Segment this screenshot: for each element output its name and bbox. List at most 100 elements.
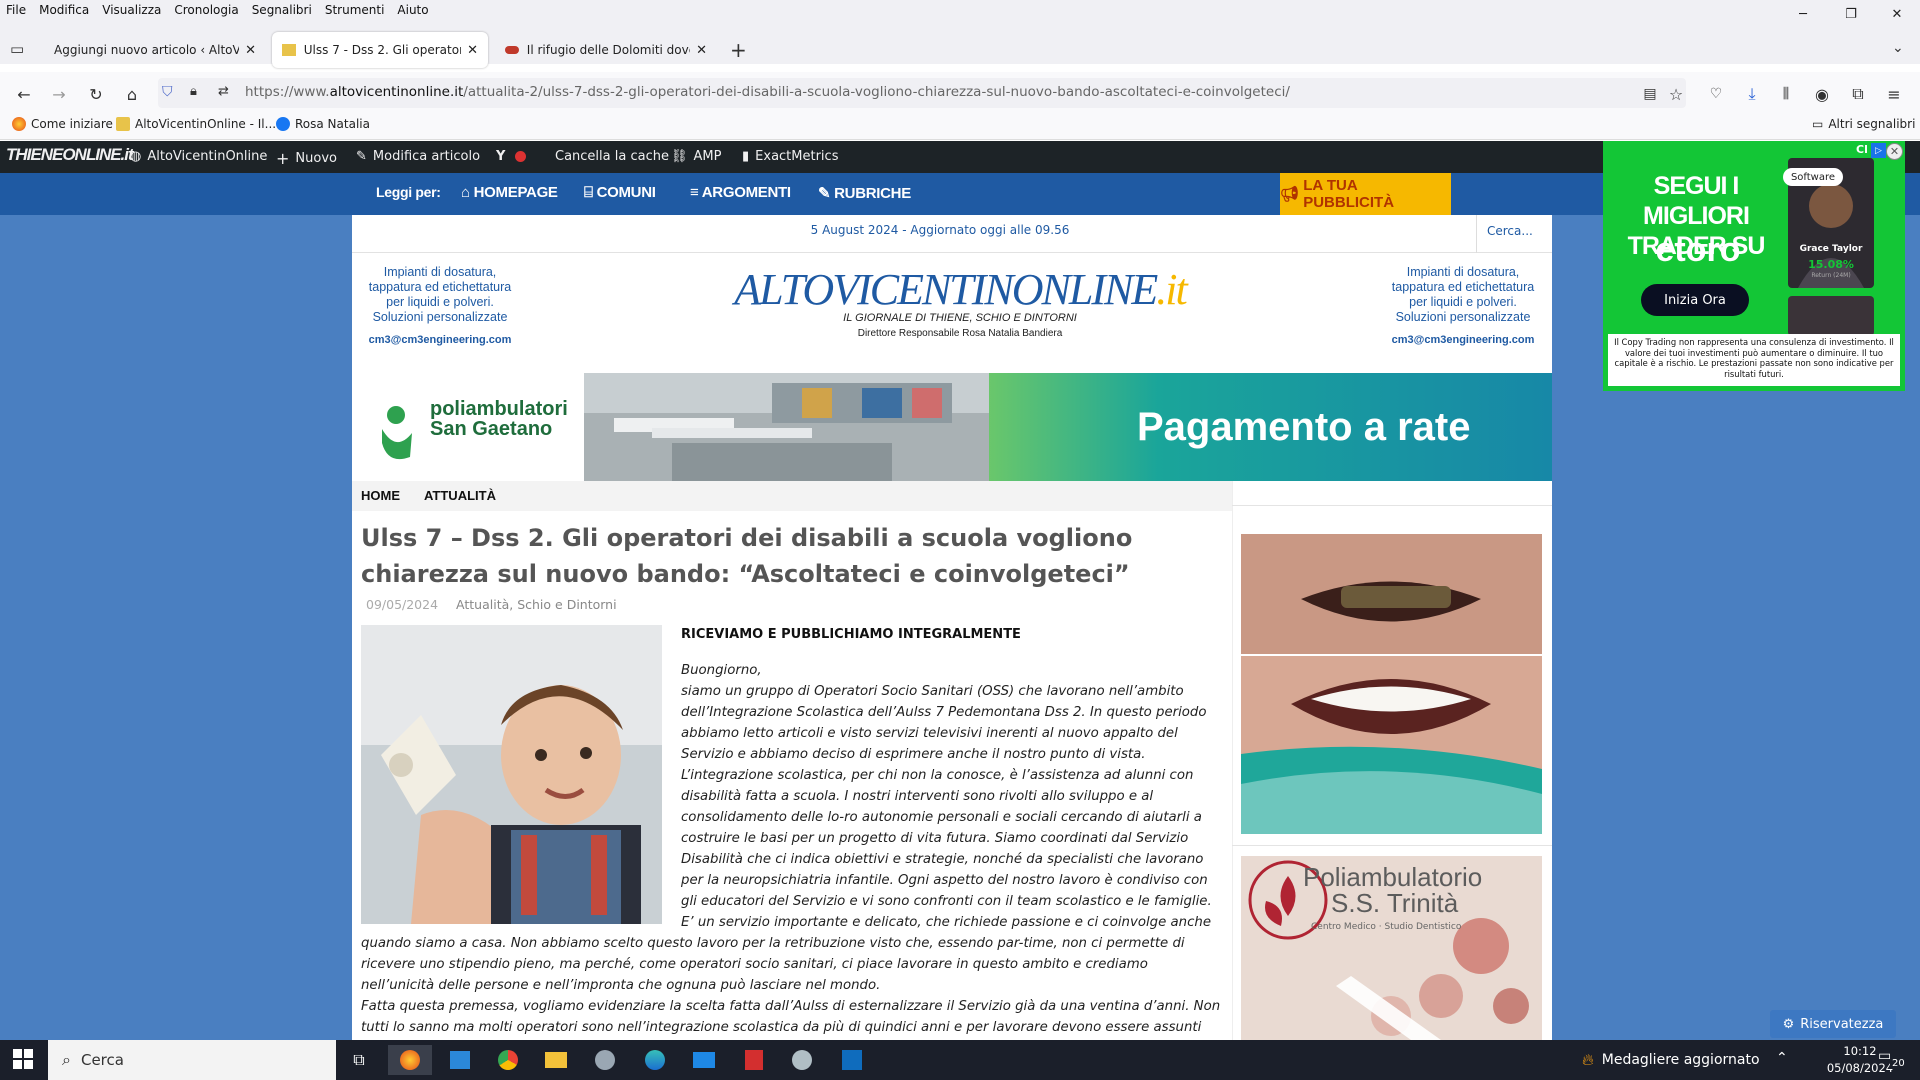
close-label[interactable]: Cl xyxy=(1856,143,1868,156)
nav-label: ARGOMENTI xyxy=(701,184,791,201)
store-icon[interactable] xyxy=(445,1045,475,1075)
left-side-ad-email[interactable]: cm3@cm3engineering.com xyxy=(360,334,520,346)
wp-new-label: Nuovo xyxy=(295,151,337,166)
tab-rifugio[interactable]: Il rifugio delle Dolomiti dove in ✕ xyxy=(495,32,717,68)
menu-segnalibri[interactable]: Segnalibri xyxy=(252,3,312,17)
pocket-icon[interactable]: ♡ xyxy=(1702,80,1730,108)
folder-icon[interactable] xyxy=(541,1045,571,1075)
reload-icon[interactable]: ↻ xyxy=(82,80,110,108)
start-icon[interactable] xyxy=(8,1044,38,1074)
article-categories[interactable]: Attualità, Schio e Dintorni xyxy=(456,597,617,612)
poliambulatorio-title: Poliambulatorio S.S. Trinità xyxy=(1303,864,1482,916)
thieneonline-logo[interactable]: THIENEONLINE.it xyxy=(6,145,134,165)
banner-brand-line1: poliambulatori xyxy=(430,398,568,420)
wp-site-link[interactable]: ◍ AltoVicentinOnline xyxy=(130,149,267,164)
wp-new-link[interactable]: + Nuovo xyxy=(276,149,337,168)
menu-modifica[interactable]: Modifica xyxy=(39,3,89,17)
library-icon[interactable]: ⫼ xyxy=(1772,80,1800,108)
close-tab-icon[interactable]: ✕ xyxy=(696,43,707,58)
nav-rubriche[interactable]: ✎ RUBRICHE xyxy=(818,184,911,202)
breadcrumb-attualita[interactable]: ATTUALITÀ xyxy=(424,488,496,503)
article-paragraph: L’integrazione scolastica, per chi non l… xyxy=(681,768,1212,909)
trader-card-2 xyxy=(1788,296,1874,336)
ad-choices-icon[interactable]: ▷ xyxy=(1871,143,1886,158)
tab-add-article[interactable]: Aggiungi nuovo articolo ‹ AltoVicentinOn… xyxy=(44,32,266,68)
extensions-icon[interactable]: ⧉ xyxy=(1844,80,1872,108)
back-icon[interactable]: ← xyxy=(10,80,38,108)
wp-exactmetrics[interactable]: ▮ ExactMetrics xyxy=(742,149,838,164)
firefox-taskbar-icon[interactable] xyxy=(388,1045,432,1075)
taskbar-search-label: Cerca xyxy=(80,1051,124,1069)
menu-cronologia[interactable]: Cronologia xyxy=(174,3,238,17)
lock-icon[interactable]: 🔒︎ xyxy=(190,84,197,99)
task-view-icon[interactable]: ⧉ xyxy=(344,1045,374,1075)
weather-widget[interactable]: 🔥︎ Medagliere aggiornato xyxy=(1582,1050,1760,1070)
account-icon[interactable]: ◉ xyxy=(1808,80,1836,108)
taskbar-search[interactable]: ⌕ Cerca xyxy=(48,1040,336,1080)
notification-text: Medagliere aggiornato xyxy=(1601,1052,1760,1068)
forward-icon[interactable]: → xyxy=(45,80,73,108)
right-side-ad-email[interactable]: cm3@cm3engineering.com xyxy=(1383,334,1543,346)
bookmark-label: Rosa Natalia xyxy=(295,117,370,131)
bookmark-come-iniziare[interactable]: Come iniziare xyxy=(12,117,113,131)
etoro-logo: etoro xyxy=(1655,231,1741,269)
yoast-link[interactable]: Y xyxy=(496,149,527,164)
wp-edit-link[interactable]: ✎ Modifica articolo xyxy=(356,149,480,164)
sidebar-poliambulatorio-ad[interactable]: Poliambulatorio S.S. Trinità Centro Medi… xyxy=(1241,856,1542,1040)
dental-ad-graphic xyxy=(1241,534,1542,834)
bookmark-rosa-natalia[interactable]: Rosa Natalia xyxy=(276,117,370,131)
outlook-icon[interactable] xyxy=(837,1045,867,1075)
close-tab-icon[interactable]: ✕ xyxy=(245,43,256,58)
menu-file[interactable]: File xyxy=(6,3,26,17)
close-tab-icon[interactable]: ✕ xyxy=(467,43,478,58)
advertise-button[interactable]: 📢︎ LA TUA PUBBLICITÀ xyxy=(1280,173,1451,215)
poliambulatorio-line2: S.S. Trinità xyxy=(1331,888,1459,918)
chrome-icon[interactable] xyxy=(493,1045,523,1075)
etoro-cta-button[interactable]: Inizia Ora xyxy=(1641,284,1749,316)
shield-icon[interactable]: ⛉ xyxy=(162,84,173,100)
banner-ad[interactable]: poliambulatori San Gaetano Pagamento a r… xyxy=(352,373,1552,481)
menu-aiuto[interactable]: Aiuto xyxy=(397,3,428,17)
chevron-down-icon[interactable]: ⌄ xyxy=(1892,40,1904,56)
wp-site-label: AltoVicentinOnline xyxy=(147,149,268,164)
facebook-icon xyxy=(276,117,290,131)
wp-clear-cache[interactable]: Cancella la cache xyxy=(555,149,669,164)
close-ad-icon[interactable]: ✕ xyxy=(1886,143,1903,160)
site-logo[interactable]: ALTOVICENTINONLINE.it xyxy=(560,264,1360,315)
chevron-up-icon[interactable]: ⌃ xyxy=(1776,1050,1788,1066)
bookmark-altovicentin[interactable]: AltoVicentinOnline - Il... xyxy=(116,117,276,131)
permissions-icon[interactable]: ⇄ xyxy=(218,84,229,99)
download-icon[interactable]: ⤓ xyxy=(1738,80,1766,108)
menu-icon[interactable]: ≡ xyxy=(1880,80,1908,108)
app2-icon[interactable] xyxy=(787,1045,817,1075)
acrobat-icon[interactable] xyxy=(739,1045,769,1075)
right-side-ad-text[interactable]: Impianti di dosatura, tappatura ed etich… xyxy=(1383,265,1543,325)
edge-icon[interactable] xyxy=(640,1045,670,1075)
wp-amp-link[interactable]: ⛓ AMP xyxy=(671,149,721,164)
etoro-ad[interactable]: SEGUI I MIGLIORI TRADER SU etoro Inizia … xyxy=(1603,141,1905,391)
new-tab-icon[interactable]: + xyxy=(730,38,747,62)
article-paragraph: Buongiorno, xyxy=(681,663,762,678)
url-text[interactable]: https://www.altovicentinonline.it/attual… xyxy=(245,84,1290,100)
menu-visualizza[interactable]: Visualizza xyxy=(102,3,161,17)
nav-comuni[interactable]: ⌸ COMUNI xyxy=(584,184,656,201)
nav-homepage[interactable]: ⌂ HOMEPAGE xyxy=(461,184,558,201)
search-icon: ⌕ xyxy=(62,1050,71,1069)
bookmark-other[interactable]: ▭ Altri segnalibri xyxy=(1812,117,1915,131)
reader-view-icon[interactable]: ▤ xyxy=(1636,80,1664,108)
mail-icon[interactable] xyxy=(689,1045,719,1075)
home-icon[interactable]: ⌂ xyxy=(118,80,146,108)
privacy-label: Riservatezza xyxy=(1800,1016,1884,1032)
tab-ulss-article[interactable]: Ulss 7 - Dss 2. Gli operatori dei disabi… xyxy=(272,32,488,68)
left-side-ad-text[interactable]: Impianti di dosatura, tappatura ed etich… xyxy=(360,265,520,325)
app-icon[interactable] xyxy=(590,1045,620,1075)
tab-list-icon[interactable]: ▭ xyxy=(10,40,24,58)
nav-argomenti[interactable]: ≡ ARGOMENTI xyxy=(690,184,791,201)
breadcrumb-home[interactable]: HOME xyxy=(361,488,400,503)
menu-strumenti[interactable]: Strumenti xyxy=(325,3,385,17)
privacy-button[interactable]: ⚙ Riservatezza xyxy=(1770,1010,1896,1038)
star-icon[interactable]: ☆ xyxy=(1662,80,1690,108)
sidebar-dental-ad[interactable] xyxy=(1241,534,1542,834)
banner-brand: poliambulatori San Gaetano xyxy=(430,399,568,439)
search-input[interactable]: Cerca... xyxy=(1476,215,1552,253)
